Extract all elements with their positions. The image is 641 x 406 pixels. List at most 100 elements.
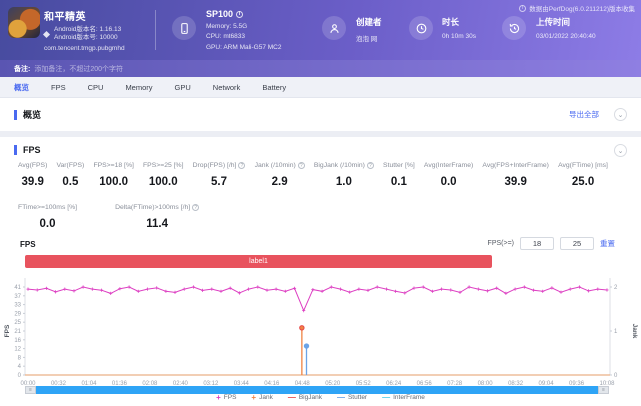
stat-label: Avg(InterFrame) — [424, 162, 473, 169]
legend-item-BigJank[interactable]: — BigJank — [288, 393, 322, 401]
duration-block: 时长 0h 10m 30s — [442, 16, 476, 40]
svg-text:4: 4 — [18, 364, 22, 370]
stat-label-text: Avg(FPS) — [18, 162, 48, 169]
overview-title: 概览 — [23, 110, 42, 120]
stat-label: BigJank (/10min)? — [314, 162, 374, 169]
stat-label-text: BigJank (/10min) — [313, 162, 365, 169]
overview-collapse-button[interactable]: ⌄ — [614, 108, 627, 121]
fps-stat: Stutter [%] 0.1 — [383, 162, 415, 188]
legend-item-FPS[interactable]: + FPS — [216, 392, 236, 402]
stat-label-text: Avg(FTime) [ms] — [558, 162, 608, 169]
svg-text:37: 37 — [14, 294, 21, 300]
tab-CPU[interactable]: CPU — [88, 83, 104, 92]
report-header: 和平精英 Android版本名: 1.16.13 Android版本号: 100… — [0, 0, 641, 60]
fps-stat: Avg(FTime) [ms] 25.0 — [558, 162, 608, 188]
stat-label-text: FPS>=25 [%] — [143, 162, 184, 169]
tab-概览[interactable]: 概览 — [14, 82, 29, 93]
fps-stat: BigJank (/10min)? 1.0 — [314, 162, 374, 188]
threshold-high-input[interactable] — [560, 237, 594, 250]
tab-FPS[interactable]: FPS — [51, 83, 66, 92]
header-divider — [155, 10, 156, 50]
threshold-reset-button[interactable]: 重置 — [600, 238, 615, 249]
stat-label: Drop(FPS) [/h]? — [193, 162, 246, 169]
svg-text:29: 29 — [14, 311, 21, 317]
device-model: SP100 — [206, 9, 234, 19]
svg-text:41: 41 — [14, 285, 21, 291]
fps-stat: Delta(FTime)>100ms [/h]? 11.4 — [115, 204, 200, 230]
perfdog-report-page: 和平精英 Android版本名: 1.16.13 Android版本号: 100… — [0, 0, 641, 406]
legend-item-InterFrame[interactable]: — InterFrame — [382, 392, 425, 402]
legend-item-Stutter[interactable]: — Stutter — [336, 392, 367, 402]
creator-block: 创建者 泡泡 网 — [356, 16, 382, 43]
fps-stat: Jank (/10min)? 2.9 — [255, 162, 305, 188]
tab-Memory[interactable]: Memory — [125, 83, 152, 92]
stat-label-text: Jank (/10min) — [254, 162, 296, 169]
stat-value: 5.7 — [211, 176, 228, 188]
tab-Battery[interactable]: Battery — [262, 83, 286, 92]
chart-label-banner[interactable]: label1 — [25, 255, 492, 268]
section-accent-bar — [14, 145, 17, 155]
phone-icon — [172, 16, 196, 40]
tab-bar: 概览 FPS CPU Memory GPU Network Battery — [0, 77, 641, 98]
device-memory: Memory: 5.5G — [206, 22, 248, 30]
stat-label-text: Avg(FPS+InterFrame) — [482, 162, 549, 169]
user-icon — [322, 16, 346, 40]
legend-item-Jank[interactable]: + Jank — [251, 392, 273, 402]
stat-label: Avg(FPS) — [18, 162, 47, 169]
legend-marker: — — [336, 392, 345, 402]
scrollbar-right-handle[interactable]: ≡ — [598, 386, 609, 394]
help-icon[interactable]: ? — [297, 162, 305, 169]
fps-stats-row2: FTime>=100ms [%] 0.0 Delta(FTime)>100ms [/… — [18, 204, 200, 230]
legend-marker: — — [382, 392, 391, 402]
fps-stat: Var(FPS) 0.5 — [56, 162, 84, 188]
legend-marker: + — [251, 392, 257, 402]
fps-section-title: FPS — [23, 145, 41, 155]
note-bar[interactable]: 备注: 添加备注，不超过200个字符 — [0, 60, 641, 77]
fps-collapse-button[interactable]: ⌄ — [614, 144, 627, 157]
fps-stat: Avg(FPS) 39.9 — [18, 162, 47, 188]
stat-label: FPS>=25 [%] — [143, 162, 183, 169]
legend-label: InterFrame — [393, 394, 425, 401]
stat-label: Delta(FTime)>100ms [/h]? — [115, 204, 200, 211]
upload-time-icon — [502, 16, 526, 40]
device-cpu: CPU: mt6833 — [206, 33, 246, 40]
stat-value: 0.0 — [39, 218, 56, 230]
legend-marker: + — [216, 392, 221, 402]
stat-value: 2.9 — [271, 176, 288, 188]
app-icon — [8, 7, 40, 38]
svg-text:8: 8 — [18, 355, 22, 361]
fps-stat: Avg(FPS+InterFrame) 39.9 — [482, 162, 549, 188]
stat-label: Stutter [%] — [383, 162, 415, 169]
chart-scrollbar[interactable]: ≡ ≡ — [25, 386, 609, 394]
svg-text:0: 0 — [18, 373, 22, 379]
duration-label: 时长 — [442, 17, 460, 27]
help-icon[interactable]: ? — [192, 204, 200, 211]
stat-value: 100.0 — [148, 176, 178, 188]
overview-section: 概览 导出全部 ⌄ — [0, 98, 641, 131]
tab-Network[interactable]: Network — [213, 83, 241, 92]
duration-value: 0h 10m 30s — [442, 33, 476, 40]
chart-legend: + FPS + Jank — BigJank — Stutter — InterFrame — [0, 392, 641, 402]
svg-text:0: 0 — [614, 373, 618, 379]
stat-value: 1.0 — [335, 176, 352, 188]
stat-label: Avg(FPS+InterFrame) — [482, 162, 549, 169]
fps-stat: FPS>=25 [%] 100.0 — [143, 162, 183, 188]
android-version-name: Android版本名: 1.16.13 — [54, 26, 122, 33]
export-all-link[interactable]: 导出全部 — [569, 109, 599, 120]
svg-text:16: 16 — [14, 338, 21, 344]
device-info-icon[interactable]: i — [236, 10, 244, 18]
stat-label: FPS>=18 [%] — [93, 162, 133, 169]
threshold-low-input[interactable] — [520, 237, 554, 250]
tab-GPU[interactable]: GPU — [175, 83, 191, 92]
legend-label: Jank — [259, 394, 273, 401]
help-icon[interactable]: ? — [238, 162, 246, 169]
scrollbar-left-handle[interactable]: ≡ — [25, 386, 36, 394]
stat-label-text: Drop(FPS) [/h] — [192, 162, 237, 169]
stat-value: 0.5 — [62, 176, 79, 188]
stat-value: 0.1 — [390, 176, 407, 188]
stat-label: Var(FPS) — [56, 162, 84, 169]
threshold-label: FPS(>=) — [487, 240, 514, 247]
note-placeholder: 添加备注，不超过200个字符 — [34, 65, 124, 73]
fps-stat: FTime>=100ms [%] 0.0 — [18, 204, 77, 230]
help-icon[interactable]: ? — [366, 162, 374, 169]
